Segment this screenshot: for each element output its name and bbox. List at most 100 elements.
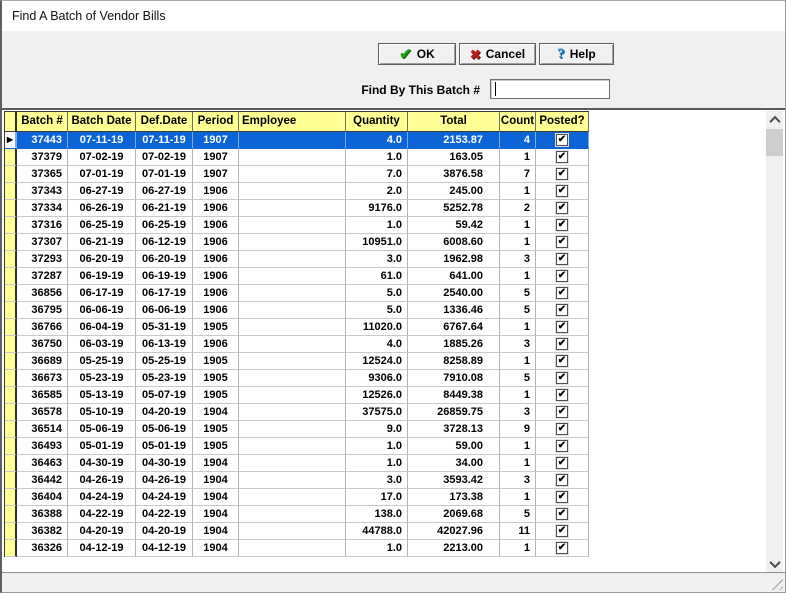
cell-posted[interactable]: ✔: [536, 166, 589, 183]
cell-total[interactable]: 1962.98: [408, 251, 500, 268]
cell-count[interactable]: 5: [500, 506, 536, 523]
cell-def-date[interactable]: 05-01-19: [136, 438, 193, 455]
cell-batch-date[interactable]: 06-06-19: [68, 302, 136, 319]
cell-count[interactable]: 2: [500, 200, 536, 217]
cell-total[interactable]: 34.00: [408, 455, 500, 472]
grid-row[interactable]: 36856 06-17-19 06-17-19 1906 5.0 2540.00 5 ✔: [5, 285, 589, 302]
cell-count[interactable]: 3: [500, 404, 536, 421]
cell-batch-date[interactable]: 06-21-19: [68, 234, 136, 251]
cell-posted[interactable]: ✔: [536, 540, 589, 557]
posted-checkbox[interactable]: ✔: [556, 355, 568, 367]
cell-def-date[interactable]: 07-01-19: [136, 166, 193, 183]
cell-count[interactable]: 1: [500, 540, 536, 557]
cell-quantity[interactable]: 4.0: [346, 132, 408, 149]
posted-checkbox[interactable]: ✔: [556, 440, 568, 452]
cell-batch-date[interactable]: 04-24-19: [68, 489, 136, 506]
cell-employee[interactable]: [239, 251, 346, 268]
cell-period[interactable]: 1906: [193, 251, 239, 268]
cell-period[interactable]: 1905: [193, 387, 239, 404]
cell-def-date[interactable]: 06-20-19: [136, 251, 193, 268]
column-header-period[interactable]: Period: [193, 112, 239, 132]
cell-total[interactable]: 3593.42: [408, 472, 500, 489]
cell-employee[interactable]: [239, 523, 346, 540]
resize-grip-icon[interactable]: [769, 576, 783, 590]
cell-batch-date[interactable]: 04-20-19: [68, 523, 136, 540]
cell-posted[interactable]: ✔: [536, 370, 589, 387]
cell-def-date[interactable]: 06-12-19: [136, 234, 193, 251]
cell-total[interactable]: 26859.75: [408, 404, 500, 421]
cell-def-date[interactable]: 04-24-19: [136, 489, 193, 506]
posted-checkbox[interactable]: ✔: [556, 542, 568, 554]
cell-total[interactable]: 59.42: [408, 217, 500, 234]
cell-total[interactable]: 3876.58: [408, 166, 500, 183]
posted-checkbox[interactable]: ✔: [556, 474, 568, 486]
cell-batch-date[interactable]: 06-27-19: [68, 183, 136, 200]
cell-def-date[interactable]: 05-07-19: [136, 387, 193, 404]
cell-total[interactable]: 1885.26: [408, 336, 500, 353]
posted-checkbox[interactable]: ✔: [556, 287, 568, 299]
grid-row[interactable]: 36404 04-24-19 04-24-19 1904 17.0 173.38 1 ✔: [5, 489, 589, 506]
cell-count[interactable]: 3: [500, 472, 536, 489]
cell-batch-date[interactable]: 06-26-19: [68, 200, 136, 217]
cell-batch-number[interactable]: 37287: [17, 268, 68, 285]
cell-batch-date[interactable]: 05-25-19: [68, 353, 136, 370]
cell-employee[interactable]: [239, 319, 346, 336]
cell-employee[interactable]: [239, 404, 346, 421]
cell-employee[interactable]: [239, 421, 346, 438]
cell-total[interactable]: 42027.96: [408, 523, 500, 540]
cell-employee[interactable]: [239, 217, 346, 234]
cell-def-date[interactable]: 04-22-19: [136, 506, 193, 523]
grid-row[interactable]: 36463 04-30-19 04-30-19 1904 1.0 34.00 1 ✔: [5, 455, 589, 472]
cell-def-date[interactable]: 06-06-19: [136, 302, 193, 319]
cell-employee[interactable]: [239, 489, 346, 506]
cell-batch-date[interactable]: 04-30-19: [68, 455, 136, 472]
cell-quantity[interactable]: 11020.0: [346, 319, 408, 336]
grid-row[interactable]: 36442 04-26-19 04-26-19 1904 3.0 3593.42 3 ✔: [5, 472, 589, 489]
cell-posted[interactable]: ✔: [536, 319, 589, 336]
grid-row[interactable]: 36493 05-01-19 05-01-19 1905 1.0 59.00 1 ✔: [5, 438, 589, 455]
cell-batch-date[interactable]: 05-23-19: [68, 370, 136, 387]
cell-total[interactable]: 6767.64: [408, 319, 500, 336]
posted-checkbox[interactable]: ✔: [556, 185, 568, 197]
grid-row[interactable]: 36514 05-06-19 05-06-19 1905 9.0 3728.13 9 ✔: [5, 421, 589, 438]
cell-batch-date[interactable]: 07-11-19: [68, 132, 136, 149]
cell-period[interactable]: 1905: [193, 319, 239, 336]
posted-checkbox[interactable]: ✔: [556, 151, 568, 163]
cell-quantity[interactable]: 1.0: [346, 455, 408, 472]
cell-posted[interactable]: ✔: [536, 336, 589, 353]
column-header-batch-date[interactable]: Batch Date: [68, 112, 136, 132]
cell-total[interactable]: 163.05: [408, 149, 500, 166]
scroll-up-button[interactable]: [766, 111, 783, 128]
column-header-def-date[interactable]: Def.Date: [136, 112, 193, 132]
cell-def-date[interactable]: 06-21-19: [136, 200, 193, 217]
posted-checkbox[interactable]: ✔: [556, 525, 568, 537]
cell-def-date[interactable]: 04-12-19: [136, 540, 193, 557]
cell-quantity[interactable]: 4.0: [346, 336, 408, 353]
cell-period[interactable]: 1907: [193, 132, 239, 149]
cell-batch-number[interactable]: 36388: [17, 506, 68, 523]
cell-count[interactable]: 9: [500, 421, 536, 438]
grid-row[interactable]: 37307 06-21-19 06-12-19 1906 10951.0 6008.60 1…: [5, 234, 589, 251]
cell-batch-number[interactable]: 36689: [17, 353, 68, 370]
cell-batch-number[interactable]: 36766: [17, 319, 68, 336]
cell-batch-date[interactable]: 05-06-19: [68, 421, 136, 438]
cell-total[interactable]: 245.00: [408, 183, 500, 200]
cell-def-date[interactable]: 04-20-19: [136, 523, 193, 540]
cell-total[interactable]: 641.00: [408, 268, 500, 285]
cell-count[interactable]: 1: [500, 455, 536, 472]
cell-count[interactable]: 1: [500, 217, 536, 234]
cell-employee[interactable]: [239, 183, 346, 200]
cell-employee[interactable]: [239, 472, 346, 489]
cell-batch-date[interactable]: 04-12-19: [68, 540, 136, 557]
cell-count[interactable]: 1: [500, 438, 536, 455]
cell-count[interactable]: 5: [500, 285, 536, 302]
cell-batch-date[interactable]: 04-26-19: [68, 472, 136, 489]
cell-employee[interactable]: [239, 302, 346, 319]
cell-batch-number[interactable]: 37343: [17, 183, 68, 200]
cell-period[interactable]: 1904: [193, 489, 239, 506]
help-button[interactable]: ? Help: [539, 43, 614, 65]
grid-row[interactable]: 36326 04-12-19 04-12-19 1904 1.0 2213.00 1 ✔: [5, 540, 589, 557]
cell-employee[interactable]: [239, 387, 346, 404]
scrollbar-thumb[interactable]: [766, 129, 783, 156]
posted-checkbox[interactable]: ✔: [556, 406, 568, 418]
